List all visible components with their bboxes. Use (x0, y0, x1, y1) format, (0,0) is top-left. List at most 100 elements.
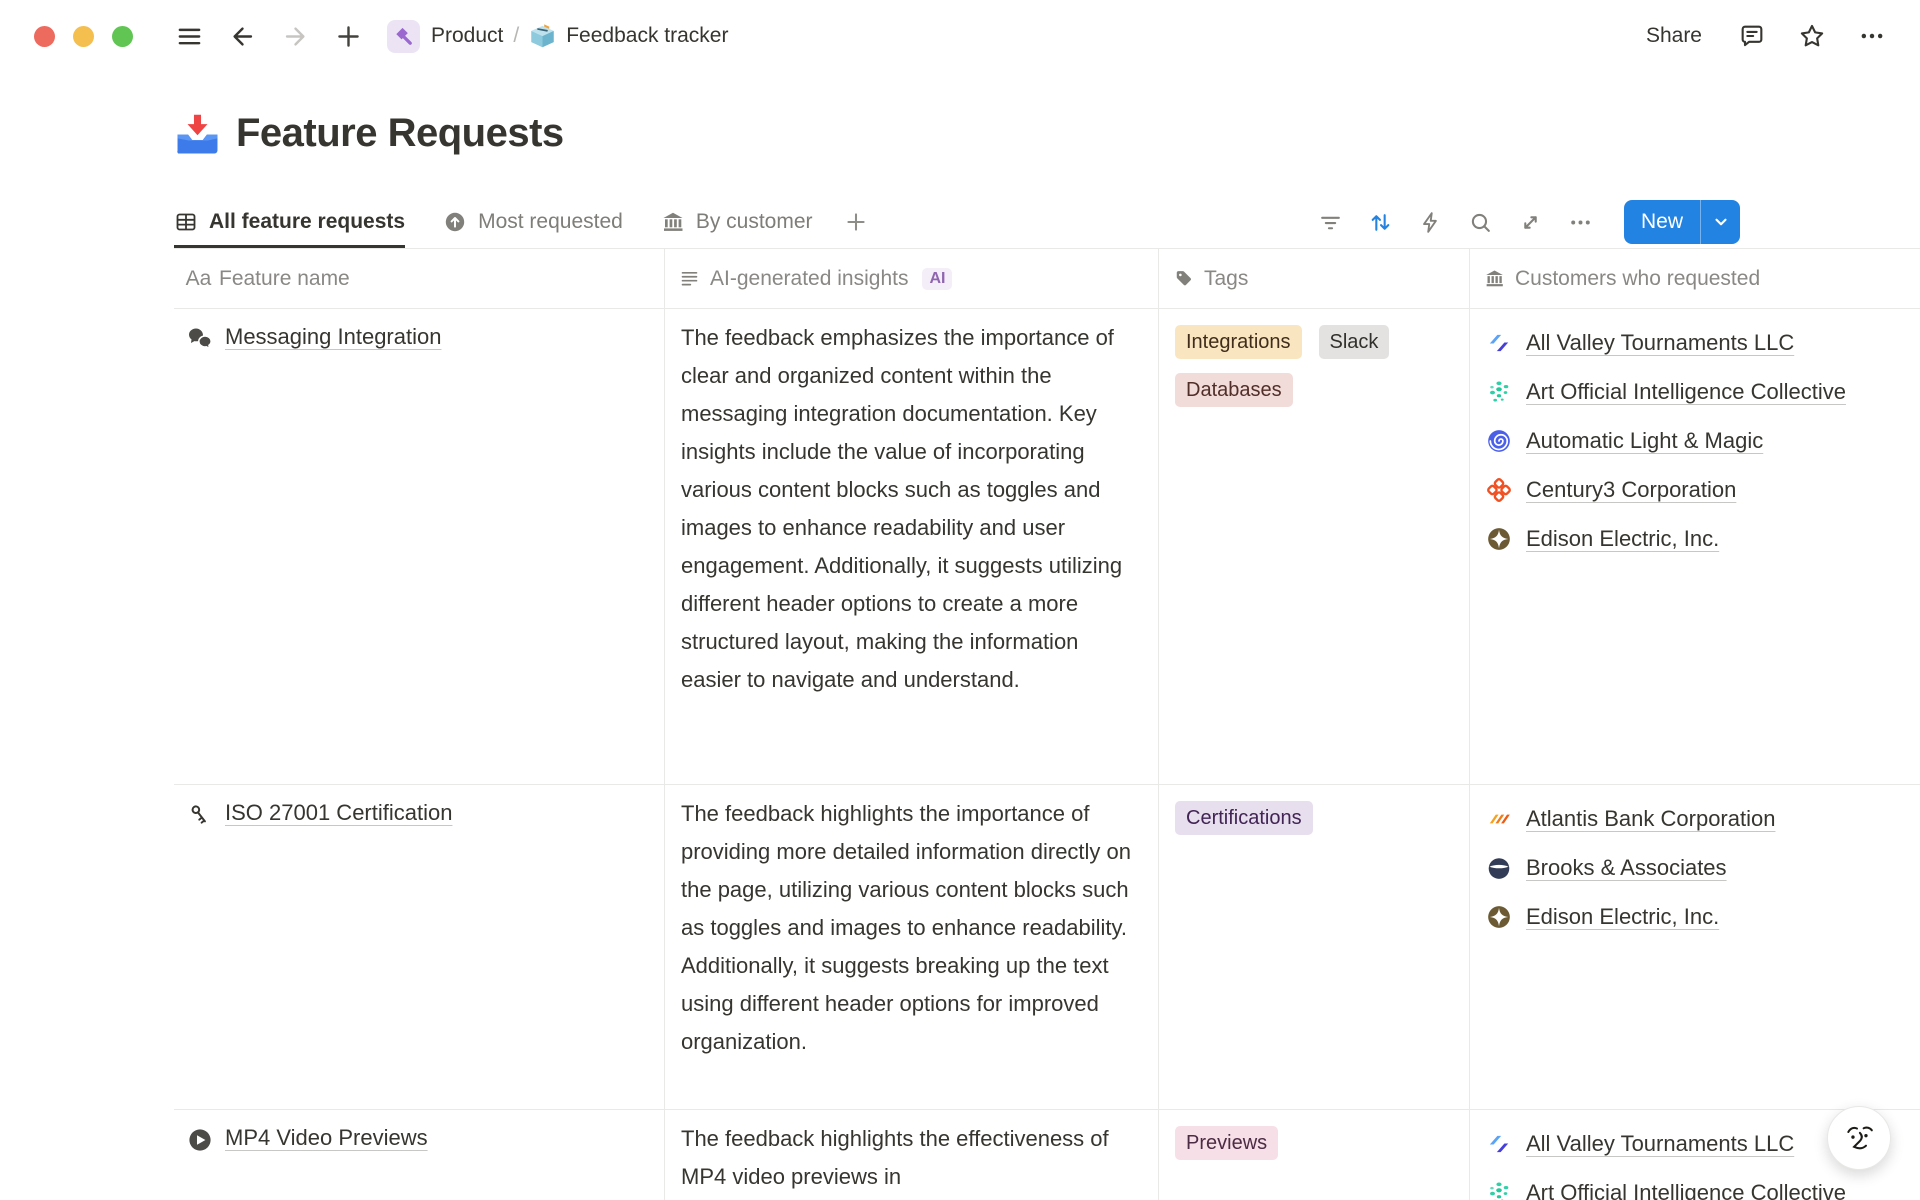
table-row: Messaging Integration The feedback emphas… (174, 309, 1920, 785)
orange-stripes-logo (1486, 806, 1512, 832)
sidebar-toggle-icon[interactable] (175, 22, 204, 51)
tag-icon (1173, 268, 1194, 289)
database-toolbar: New (1318, 196, 1920, 248)
more-options-icon[interactable] (1858, 22, 1886, 50)
teal-dots-logo (1486, 1180, 1512, 1200)
filter-icon[interactable] (1318, 210, 1343, 235)
blue-slashes-logo (1486, 1131, 1512, 1157)
customer-link[interactable]: Edison Electric, Inc. (1526, 904, 1719, 930)
play-icon (186, 1126, 214, 1154)
tags-cell[interactable]: Integrations Slack Databases (1159, 309, 1470, 784)
ai-insight-cell[interactable]: The feedback highlights the effectivenes… (665, 1110, 1159, 1200)
orange-clover-logo (1486, 477, 1512, 503)
notion-ai-button[interactable] (1827, 1106, 1891, 1170)
add-view-icon[interactable] (843, 209, 869, 235)
chevron-down-icon (1712, 213, 1730, 231)
tags-cell[interactable]: Previews (1159, 1110, 1470, 1200)
feature-name-link[interactable]: Messaging Integration (225, 323, 441, 352)
tab-label: By customer (696, 210, 813, 234)
customer-item[interactable]: Brooks & Associates (1486, 843, 1920, 892)
page-header: Feature Requests (174, 110, 564, 157)
new-button-dropdown[interactable] (1701, 200, 1740, 244)
key-icon (186, 801, 214, 829)
tab-most-requested[interactable]: Most requested (443, 196, 623, 248)
back-icon[interactable] (228, 22, 257, 51)
inbox-tray-icon[interactable] (174, 110, 221, 157)
tag-pill-integrations[interactable]: Integrations (1175, 325, 1302, 359)
lightning-icon[interactable] (1418, 210, 1443, 235)
brown-star-logo (1486, 526, 1512, 552)
feature-name-cell[interactable]: ISO 27001 Certification (174, 785, 665, 1109)
column-header-feature-name[interactable]: AaFeature name (174, 249, 665, 308)
feature-name-link[interactable]: MP4 Video Previews (225, 1124, 428, 1153)
Aa-icon: Aa (188, 268, 209, 289)
sort-icon[interactable] (1368, 210, 1393, 235)
zoom-window-button[interactable] (112, 26, 133, 47)
ai-insight-cell[interactable]: The feedback emphasizes the importance o… (665, 309, 1159, 784)
breadcrumb-workspace[interactable]: Product (431, 24, 503, 48)
customer-link[interactable]: Century3 Corporation (1526, 477, 1736, 503)
text-icon (679, 268, 700, 289)
feature-name-cell[interactable]: MP4 Video Previews (174, 1110, 665, 1200)
expand-icon[interactable] (1518, 210, 1543, 235)
customer-link[interactable]: Automatic Light & Magic (1526, 428, 1763, 454)
customer-item[interactable]: Edison Electric, Inc. (1486, 514, 1920, 563)
customer-link[interactable]: All Valley Tournaments LLC (1526, 1131, 1794, 1157)
forward-icon[interactable] (281, 22, 310, 51)
comments-icon[interactable] (1738, 22, 1766, 50)
customer-link[interactable]: Art Official Intelligence Collective (1526, 379, 1846, 405)
table-row: ISO 27001 Certification The feedback high… (174, 785, 1920, 1110)
teal-dots-logo (1486, 379, 1512, 405)
column-header-ai-generated-insights[interactable]: AI-generated insightsAI (665, 249, 1159, 308)
column-label: AI-generated insights (710, 267, 908, 291)
customer-item[interactable]: Atlantis Bank Corporation (1486, 794, 1920, 843)
customer-item[interactable]: Art Official Intelligence Collective (1486, 367, 1920, 416)
arrow-up-circle-icon (443, 210, 467, 234)
tag-pill-slack[interactable]: Slack (1319, 325, 1390, 359)
customer-item[interactable]: Art Official Intelligence Collective (1486, 1168, 1920, 1200)
search-icon[interactable] (1468, 210, 1493, 235)
traffic-lights (34, 26, 133, 47)
breadcrumb-page[interactable]: Feedback tracker (566, 24, 728, 48)
customer-item[interactable]: Century3 Corporation (1486, 465, 1920, 514)
new-button[interactable]: New (1624, 200, 1740, 244)
tag-pill-databases[interactable]: Databases (1175, 373, 1293, 407)
share-button[interactable]: Share (1646, 24, 1702, 48)
workspace-icon-bg[interactable] (387, 20, 420, 53)
customer-link[interactable]: Brooks & Associates (1526, 855, 1727, 881)
tab-label: Most requested (478, 210, 623, 234)
favorite-star-icon[interactable] (1798, 22, 1826, 50)
column-label: Tags (1204, 267, 1248, 291)
tag-pill-previews[interactable]: Previews (1175, 1126, 1278, 1160)
tags-cell[interactable]: Certifications (1159, 785, 1470, 1109)
bank-icon (661, 210, 685, 234)
minimize-window-button[interactable] (73, 26, 94, 47)
customer-link[interactable]: Art Official Intelligence Collective (1526, 1180, 1846, 1200)
tag-pill-certifications[interactable]: Certifications (1175, 801, 1313, 835)
window-top-bar: Product / Feedback tracker Share (0, 0, 1920, 72)
tab-all-feature-requests[interactable]: All feature requests (174, 196, 405, 248)
more-gray-icon[interactable] (1568, 210, 1593, 235)
customer-link[interactable]: All Valley Tournaments LLC (1526, 330, 1794, 356)
customers-cell[interactable]: All Valley Tournaments LLC Art Official I… (1470, 309, 1920, 784)
column-label: Customers who requested (1515, 267, 1760, 291)
close-window-button[interactable] (34, 26, 55, 47)
new-page-icon[interactable] (334, 22, 363, 51)
customer-link[interactable]: Atlantis Bank Corporation (1526, 806, 1775, 832)
customer-item[interactable]: All Valley Tournaments LLC (1486, 318, 1920, 367)
table-row: MP4 Video Previews The feedback highlight… (174, 1110, 1920, 1200)
customer-item[interactable]: Edison Electric, Inc. (1486, 892, 1920, 941)
customers-cell[interactable]: Atlantis Bank Corporation Brooks & Associ… (1470, 785, 1920, 1109)
ai-insight-cell[interactable]: The feedback highlights the importance o… (665, 785, 1159, 1109)
customer-item[interactable]: Automatic Light & Magic (1486, 416, 1920, 465)
feature-name-cell[interactable]: Messaging Integration (174, 309, 665, 784)
view-tabs-bar: All feature requests Most requested By cus… (174, 196, 1920, 249)
column-header-customers-who-requested[interactable]: Customers who requested (1470, 249, 1920, 308)
feature-name-link[interactable]: ISO 27001 Certification (225, 799, 452, 828)
customer-link[interactable]: Edison Electric, Inc. (1526, 526, 1719, 552)
table-icon (174, 210, 198, 234)
column-header-tags[interactable]: Tags (1159, 249, 1470, 308)
tab-by-customer[interactable]: By customer (661, 196, 813, 248)
page-title[interactable]: Feature Requests (236, 111, 564, 156)
feature-requests-table: AaFeature nameAI-generated insightsAI Tag… (174, 249, 1920, 1200)
